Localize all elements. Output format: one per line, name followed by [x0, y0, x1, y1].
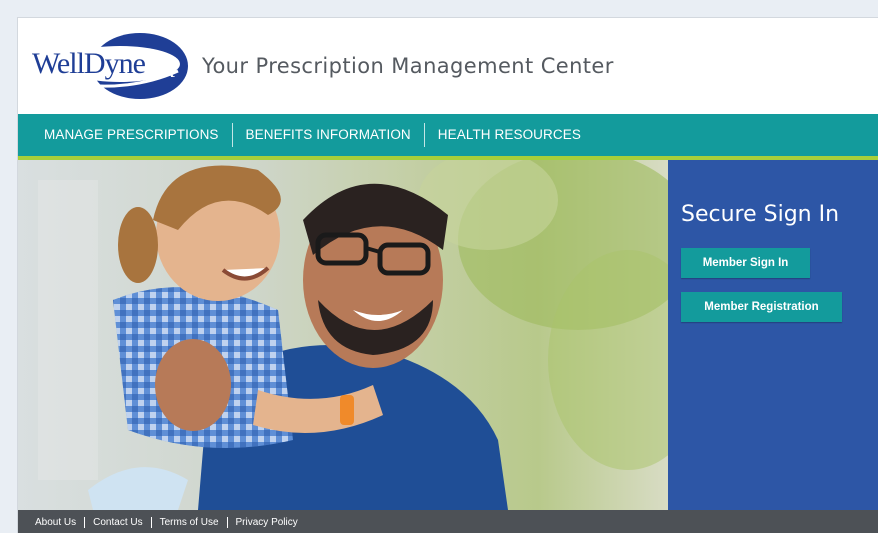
- member-sign-in-button[interactable]: Member Sign In: [681, 248, 810, 278]
- member-registration-button[interactable]: Member Registration: [681, 292, 842, 322]
- nav-item-manage-prescriptions[interactable]: MANAGE PRESCRIPTIONS: [18, 123, 232, 147]
- footer-link-contact-us[interactable]: Contact Us: [85, 517, 150, 528]
- signin-title: Secure Sign In: [681, 202, 840, 227]
- nav-item-benefits-information[interactable]: BENEFITS INFORMATION: [233, 123, 424, 147]
- footer-link-about-us[interactable]: About Us: [18, 517, 84, 528]
- secure-signin-panel: Secure Sign In Member Sign In Member Reg…: [668, 160, 878, 510]
- svg-text:Rx: Rx: [145, 53, 176, 84]
- page: WellDyne Rx Your Prescription Management…: [17, 17, 878, 533]
- browser-frame: WellDyne Rx Your Prescription Management…: [0, 0, 878, 533]
- main-nav: MANAGE PRESCRIPTIONS BENEFITS INFORMATIO…: [18, 114, 878, 156]
- welldyne-logo[interactable]: WellDyne Rx: [28, 31, 188, 101]
- footer: About Us Contact Us Terms of Use Privacy…: [18, 510, 878, 533]
- footer-link-terms-of-use[interactable]: Terms of Use: [152, 517, 227, 528]
- hero-photo-father-and-child: [18, 160, 668, 510]
- svg-text:WellDyne: WellDyne: [32, 47, 146, 80]
- header: WellDyne Rx Your Prescription Management…: [18, 18, 878, 114]
- footer-link-privacy-policy[interactable]: Privacy Policy: [228, 517, 306, 528]
- page-tagline: Your Prescription Management Center: [202, 54, 614, 78]
- nav-item-health-resources[interactable]: HEALTH RESOURCES: [425, 123, 594, 147]
